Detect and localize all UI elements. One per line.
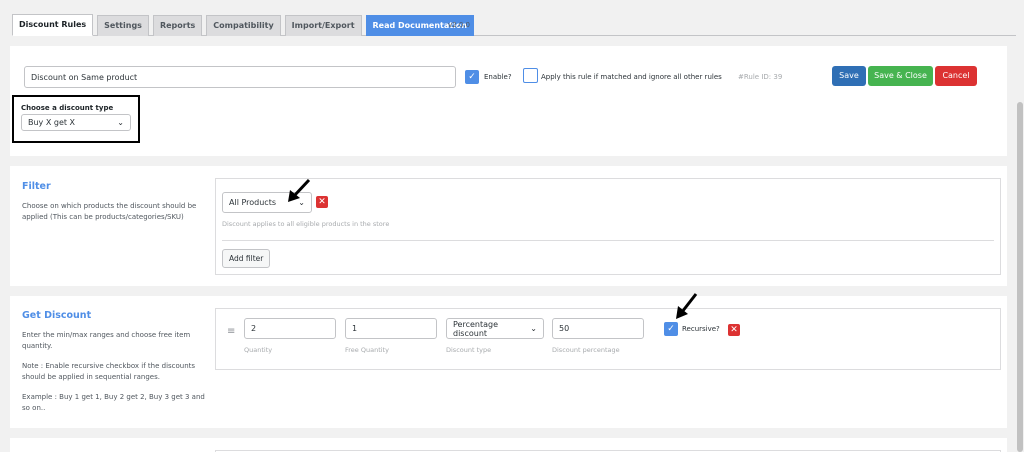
get-discount-example: Example : Buy 1 get 1, Buy 2 get 2, Buy …: [22, 393, 205, 412]
get-discount-title: Get Discount: [22, 310, 92, 321]
filter-divider: [222, 240, 994, 241]
filter-card: Filter Choose on which products the disc…: [10, 166, 1007, 286]
free-quantity-label: Free Quantity: [345, 346, 389, 354]
discount-percentage-input[interactable]: [552, 318, 644, 339]
get-discount-card: Get Discount Enter the min/max ranges an…: [10, 293, 1007, 428]
discount-type-label: Choose a discount type: [21, 104, 114, 112]
cancel-button[interactable]: Cancel: [935, 66, 977, 86]
apply-only-label: Apply this rule if matched and ignore al…: [541, 73, 722, 81]
apply-only-checkbox[interactable]: [523, 68, 538, 83]
add-filter-button[interactable]: Add filter: [222, 249, 271, 268]
version-label: v2.0.0: [448, 21, 470, 29]
remove-filter-button[interactable]: ✕: [316, 196, 328, 208]
tab-compatibility[interactable]: Compatibility: [206, 15, 281, 36]
discount-method-select[interactable]: Percentage discount ⌄: [446, 318, 544, 339]
recursive-checkbox[interactable]: ✓: [664, 322, 678, 336]
quantity-label: Quantity: [244, 346, 273, 354]
check-icon: ✓: [667, 324, 675, 334]
save-close-button[interactable]: Save & Close: [868, 66, 933, 86]
enable-label: Enable?: [484, 73, 512, 81]
check-icon: ✓: [468, 72, 476, 82]
get-discount-panel: ≡ Quantity Free Quantity Percentage disc…: [215, 308, 1001, 370]
rule-id-label: #Rule ID: 39: [738, 73, 783, 81]
filter-type-value: All Products: [229, 198, 277, 207]
get-discount-description: Enter the min/max ranges and choose free…: [22, 331, 191, 350]
get-discount-note: Note : Enable recursive checkbox if the …: [22, 362, 196, 381]
next-section-card: [10, 438, 1007, 452]
chevron-down-icon: ⌄: [530, 324, 537, 333]
chevron-down-icon: ⌄: [117, 118, 124, 127]
tab-reports[interactable]: Reports: [152, 15, 203, 36]
tab-import-export[interactable]: Import/Export: [284, 15, 362, 36]
filter-panel: All Products ⌄ ✕ Discount applies to all…: [215, 178, 1001, 275]
tab-bar: Discount Rules Settings Reports Compatib…: [12, 14, 478, 36]
remove-range-button[interactable]: ✕: [728, 324, 740, 336]
free-quantity-input[interactable]: [345, 318, 437, 339]
filter-hint: Discount applies to all eligible product…: [222, 220, 390, 228]
discount-percentage-label: Discount percentage: [552, 346, 620, 354]
rule-name-input[interactable]: [24, 66, 456, 88]
drag-handle-icon[interactable]: ≡: [227, 327, 236, 337]
tab-discount-rules[interactable]: Discount Rules: [12, 14, 94, 36]
arrow-pointer-icon: [676, 293, 698, 319]
arrow-pointer-icon: [288, 178, 311, 202]
filter-title: Filter: [22, 181, 51, 192]
tab-settings[interactable]: Settings: [97, 15, 149, 36]
discount-type-value: Buy X get X: [28, 118, 76, 127]
quantity-input[interactable]: [244, 318, 336, 339]
recursive-label: Recursive?: [682, 325, 720, 333]
close-icon: ✕: [730, 325, 738, 335]
discount-method-value: Percentage discount: [453, 319, 499, 338]
discount-method-label: Discount type: [446, 346, 492, 354]
discount-type-highlight: Choose a discount type Buy X get X ⌄: [12, 95, 140, 143]
save-button[interactable]: Save: [832, 66, 866, 86]
rule-header-card: ✓ Enable? Apply this rule if matched and…: [10, 46, 1007, 156]
close-icon: ✕: [318, 197, 326, 207]
enable-checkbox[interactable]: ✓: [465, 70, 479, 84]
filter-description: Choose on which products the discount sh…: [22, 202, 197, 221]
scrollbar-thumb[interactable]: [1017, 102, 1023, 452]
discount-type-select[interactable]: Buy X get X ⌄: [21, 114, 131, 131]
